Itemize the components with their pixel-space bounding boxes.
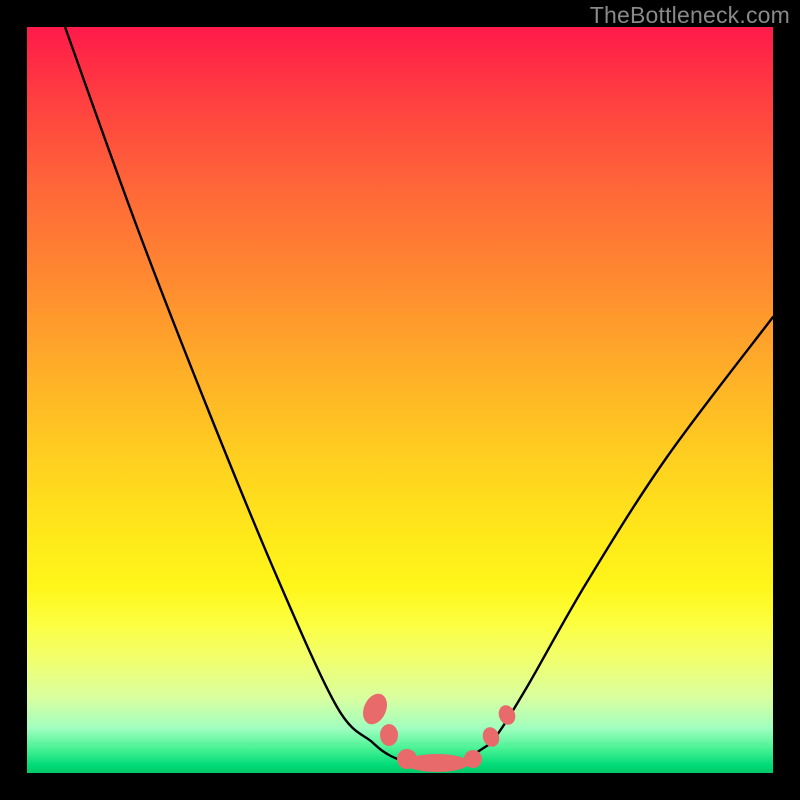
bottleneck-curve-line	[65, 27, 773, 765]
highlight-marker	[405, 754, 469, 772]
highlight-marker	[480, 725, 502, 749]
highlight-marker	[380, 724, 398, 746]
highlight-marker	[464, 750, 482, 768]
highlight-marker	[358, 690, 391, 728]
highlight-markers-group	[358, 690, 518, 772]
watermark-text: TheBottleneck.com	[590, 2, 790, 29]
bottleneck-chart-svg	[27, 27, 773, 773]
